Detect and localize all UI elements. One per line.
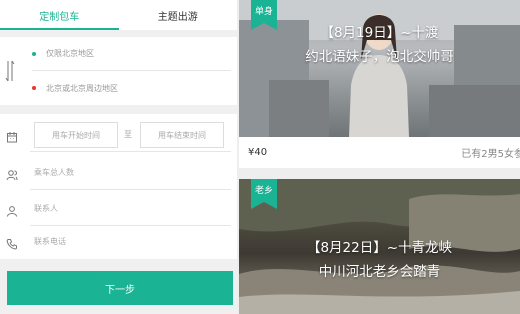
trip-title-line1: 【8月19日】~十渡 — [320, 25, 439, 41]
phone-row[interactable]: 联系电话 — [0, 223, 237, 259]
user-icon — [6, 202, 18, 217]
swap-arrows-icon[interactable] — [5, 59, 15, 83]
pickup-placeholder: 仅限北京地区 — [46, 49, 94, 58]
contact-input[interactable]: 联系人 — [34, 203, 58, 214]
dropoff-dot-icon — [32, 86, 36, 90]
pickup-address-field[interactable]: 仅限北京地区 — [32, 37, 231, 71]
trip-price: ¥40 — [248, 147, 268, 158]
tab-bar: 定制包车 主题出游 — [0, 0, 237, 30]
passengers-icon — [6, 166, 18, 181]
booking-panel: 定制包车 主题出游 仅限北京地区 北京或北京周边地区 用车开始时间 至 用车结束… — [0, 0, 237, 314]
date-range-row: 用车开始时间 至 用车结束时间 — [0, 116, 237, 152]
pickup-dot-icon — [32, 51, 36, 56]
tab-theme-trips[interactable]: 主题出游 — [119, 0, 238, 30]
address-card: 仅限北京地区 北京或北京周边地区 — [0, 37, 237, 105]
trip-card[interactable]: 老乡 【8月22日】~十青龙峡 中川河北老乡会踏青 — [239, 179, 520, 314]
trip-card[interactable]: 单身 【8月19日】~十渡 约北语妹子，泡北交帅哥 — [239, 0, 520, 137]
phone-icon — [6, 235, 18, 250]
trip-title: 【8月22日】~十青龙峡 中川河北老乡会踏青 — [239, 236, 520, 284]
dropoff-address-field[interactable]: 北京或北京周边地区 — [32, 71, 231, 105]
trip-title-line2: 中川河北老乡会踏青 — [318, 264, 441, 280]
participants-count: 已有2男5女参加 — [461, 149, 520, 160]
next-step-button[interactable]: 下一步 — [7, 271, 233, 305]
end-time-input[interactable]: 用车结束时间 — [140, 122, 224, 148]
contact-row[interactable]: 联系人 — [0, 190, 237, 226]
trip-title-line2: 约北语妹子，泡北交帅哥 — [305, 49, 454, 65]
trip-card-footer: ¥40 已有2男5女参加 — [239, 137, 520, 168]
phone-input[interactable]: 联系电话 — [34, 236, 66, 247]
trip-title: 【8月19日】~十渡 约北语妹子，泡北交帅哥 — [239, 21, 520, 69]
category-badge: 老乡 — [251, 179, 277, 209]
date-separator: 至 — [124, 130, 132, 139]
dropoff-placeholder: 北京或北京周边地区 — [46, 83, 118, 93]
passengers-row[interactable]: 乘车总人数 — [0, 154, 237, 190]
calendar-icon — [6, 128, 18, 143]
tab-custom-charter[interactable]: 定制包车 — [0, 0, 119, 30]
trip-title-line1: 【8月22日】~十青龙峡 — [306, 240, 453, 256]
start-time-input[interactable]: 用车开始时间 — [34, 122, 118, 148]
passengers-input[interactable]: 乘车总人数 — [34, 167, 74, 178]
booking-form: 用车开始时间 至 用车结束时间 乘车总人数 联系人 联系电话 — [0, 114, 237, 259]
